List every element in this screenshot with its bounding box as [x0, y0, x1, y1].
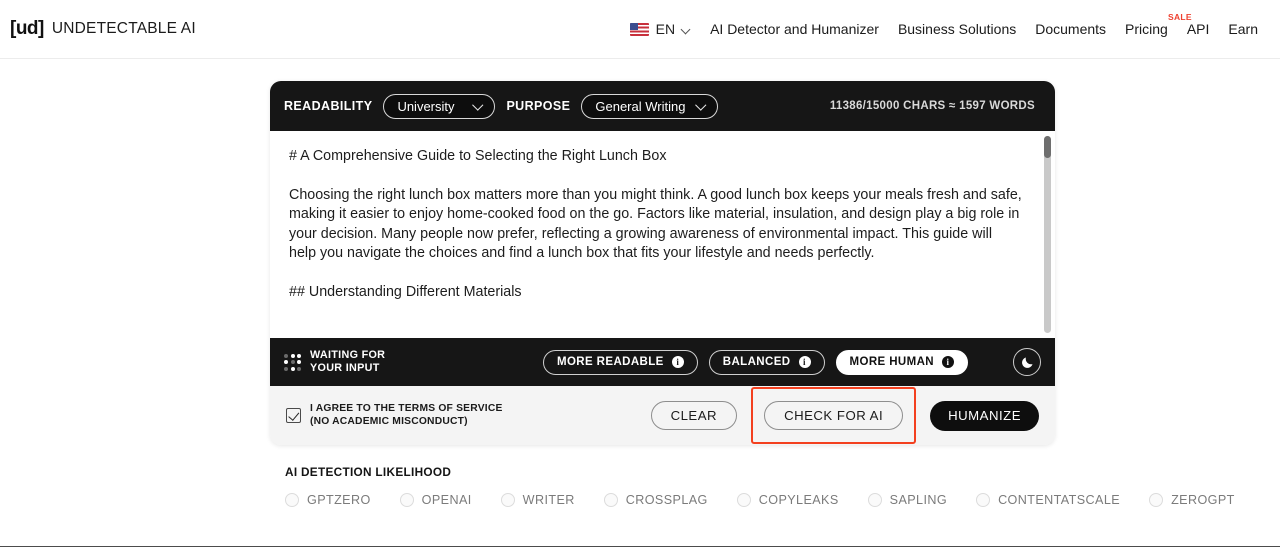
readability-label: READABILITY	[284, 99, 373, 113]
language-code: EN	[655, 21, 676, 37]
mode-more-readable-label: MORE READABLE	[556, 356, 664, 368]
detector-status-circle	[736, 493, 751, 507]
editor-status-bar: WAITING FOR YOUR INPUT MORE READABLE i B…	[270, 338, 1055, 386]
editor-paragraph: ## Understanding Different Materials	[289, 283, 522, 300]
mode-more-readable-button[interactable]: MORE READABLE i	[542, 349, 698, 375]
dot-grid-icon	[284, 353, 301, 371]
detector-status-circle	[399, 493, 414, 507]
info-icon[interactable]: i	[671, 356, 684, 368]
logo-text: UNDETECTABLE AI	[51, 20, 196, 37]
top-navigation-bar: [ud] UNDETECTABLE AI EN AI Detector and …	[0, 0, 1280, 59]
nav-link-documents[interactable]: Documents	[1035, 21, 1106, 37]
detector-status-circle	[976, 493, 991, 507]
mode-balanced-label: BALANCED	[722, 356, 791, 368]
nav-link-ai-detector[interactable]: AI Detector and Humanizer	[710, 21, 879, 37]
detector-list: GPTZERO OPENAI WRITER CROSSPLAG COPYLEAK…	[285, 493, 1234, 507]
info-icon[interactable]: i	[798, 356, 811, 368]
check-for-ai-highlight: CHECK FOR AI	[751, 387, 917, 444]
us-flag-icon	[629, 22, 649, 36]
terms-line-2: (NO ACADEMIC MISCONDUCT)	[310, 415, 468, 427]
info-icon[interactable]: i	[942, 356, 954, 368]
scrollbar-thumb[interactable]	[1044, 136, 1051, 158]
status-line-1: WAITING FOR	[310, 349, 386, 362]
detection-title: AI DETECTION LIKELIHOOD	[285, 465, 452, 479]
terms-label: I AGREE TO THE TERMS OF SERVICE (NO ACAD…	[310, 403, 503, 428]
humanizer-card: READABILITY University PURPOSE General W…	[270, 81, 1055, 445]
page-bottom-divider	[0, 546, 1280, 547]
detector-sapling[interactable]: SAPLING	[867, 493, 948, 507]
chevron-down-icon	[474, 101, 484, 111]
detector-zerogpt[interactable]: ZEROGPT	[1149, 493, 1235, 507]
nav-link-api[interactable]: API	[1187, 21, 1210, 37]
editor-paragraph: Choosing the right lunch box matters mor…	[289, 186, 1022, 262]
brand-logo[interactable]: [ud] UNDETECTABLE AI	[10, 18, 196, 40]
readability-select[interactable]: University	[383, 93, 496, 119]
mode-more-human-button[interactable]: MORE HUMAN i	[835, 349, 968, 375]
readability-value: University	[397, 98, 455, 114]
detector-writer[interactable]: WRITER	[500, 493, 575, 507]
detector-status-circle	[603, 493, 618, 507]
detector-name: SAPLING	[889, 493, 948, 507]
detector-contentatscale[interactable]: CONTENTATSCALE	[976, 493, 1120, 507]
detector-name: WRITER	[522, 493, 575, 507]
character-count: 11386/15000 CHARS ≈ 1597 WORDS	[829, 100, 1035, 112]
terms-agreement[interactable]: I AGREE TO THE TERMS OF SERVICE (NO ACAD…	[286, 403, 503, 428]
detector-gptzero[interactable]: GPTZERO	[285, 493, 371, 507]
nav-link-earn[interactable]: Earn	[1228, 21, 1258, 37]
editor-scrollbar[interactable]	[1044, 136, 1051, 333]
detector-name: CONTENTATSCALE	[998, 493, 1121, 507]
nav-link-pricing-label: Pricing	[1125, 21, 1168, 37]
detector-name: ZEROGPT	[1171, 493, 1235, 507]
detector-name: CROSSPLAG	[625, 493, 708, 507]
detector-name: GPTZERO	[307, 493, 371, 507]
mode-toggle-group: MORE READABLE i BALANCED i MORE HUMAN i	[542, 348, 1041, 376]
terms-checkbox[interactable]	[286, 408, 301, 423]
logo-mark: [ud]	[10, 18, 44, 39]
check-for-ai-button[interactable]: CHECK FOR AI	[764, 401, 904, 430]
card-action-bar: I AGREE TO THE TERMS OF SERVICE (NO ACAD…	[270, 386, 1055, 445]
editor-area: # A Comprehensive Guide to Selecting the…	[270, 131, 1055, 338]
action-buttons: CLEAR CHECK FOR AI HUMANIZE	[650, 387, 1039, 444]
theme-toggle-button[interactable]	[1013, 348, 1041, 376]
nav-links-container: EN AI Detector and Humanizer Business So…	[629, 12, 1280, 37]
editor-toolbar: READABILITY University PURPOSE General W…	[270, 81, 1055, 131]
editor-paragraph: # A Comprehensive Guide to Selecting the…	[289, 148, 667, 164]
purpose-select[interactable]: General Writing	[581, 93, 719, 119]
clear-button[interactable]: CLEAR	[650, 401, 738, 430]
purpose-value: General Writing	[595, 98, 686, 114]
detector-name: OPENAI	[421, 493, 472, 507]
detector-name: COPYLEAKS	[758, 493, 839, 507]
ai-detection-section: AI DETECTION LIKELIHOOD GPTZERO OPENAI W…	[285, 465, 1234, 507]
detector-status-circle	[285, 493, 299, 507]
moon-icon	[1021, 357, 1032, 368]
nav-link-business-solutions[interactable]: Business Solutions	[898, 21, 1016, 37]
text-editor[interactable]: # A Comprehensive Guide to Selecting the…	[270, 131, 1044, 338]
chevron-down-icon	[697, 101, 707, 111]
detector-status-circle	[500, 493, 515, 507]
chevron-down-icon	[682, 25, 691, 34]
status-line-2: YOUR INPUT	[310, 362, 380, 374]
status-message: WAITING FOR YOUR INPUT	[310, 349, 385, 374]
humanize-button[interactable]: HUMANIZE	[930, 400, 1039, 431]
detector-status-circle	[867, 493, 882, 507]
purpose-label: PURPOSE	[506, 99, 571, 113]
mode-more-human-label: MORE HUMAN	[849, 356, 934, 368]
nav-link-pricing[interactable]: Pricing SALE	[1125, 12, 1191, 37]
mode-balanced-button[interactable]: BALANCED i	[708, 349, 825, 375]
detector-copyleaks[interactable]: COPYLEAKS	[736, 493, 839, 507]
detector-openai[interactable]: OPENAI	[399, 493, 472, 507]
detector-crossplag[interactable]: CROSSPLAG	[603, 493, 708, 507]
language-selector[interactable]: EN	[629, 21, 691, 37]
terms-line-1: I AGREE TO THE TERMS OF SERVICE	[310, 403, 503, 415]
detector-status-circle	[1149, 493, 1164, 507]
